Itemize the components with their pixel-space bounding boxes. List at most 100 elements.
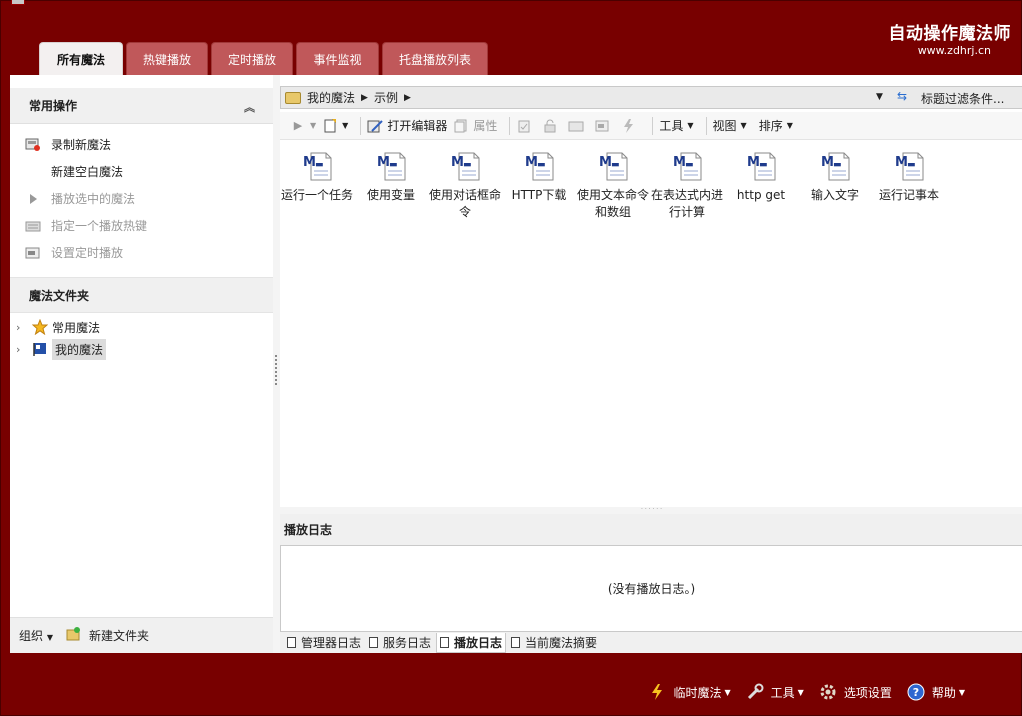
tools-menu[interactable]: 工具 ▼ xyxy=(659,115,693,137)
play-button[interactable]: ▶ ▼ xyxy=(290,115,316,137)
help-menu[interactable]: ? 帮助 ▼ xyxy=(906,683,965,701)
crumb-examples[interactable]: 示例 xyxy=(374,89,398,106)
svg-text:?: ? xyxy=(913,686,919,699)
record-icon xyxy=(24,138,42,152)
log-tab-label: 播放日志 xyxy=(454,635,503,650)
play-icon xyxy=(24,192,42,206)
open-editor-button[interactable]: 打开编辑器 xyxy=(367,115,447,137)
status-tools-menu[interactable]: 工具 ▼ xyxy=(745,683,804,701)
magic-file-item[interactable]: M ▬ 使用对话框命令 xyxy=(428,151,502,221)
tools-label: 工具 xyxy=(659,119,684,133)
magic-file-icon: M ▬ xyxy=(672,151,702,181)
log-tab-manager[interactable]: 管理器日志 xyxy=(284,633,364,653)
log-title: 播放日志 xyxy=(284,523,333,537)
op-set-timer[interactable]: 设置定时播放 xyxy=(10,239,273,266)
magic-file-label: 运行记事本 xyxy=(878,188,939,202)
magic-file-item[interactable]: M ▬ 使用变量 xyxy=(354,151,428,204)
new-button[interactable]: ▼ xyxy=(322,115,348,137)
vertical-splitter[interactable] xyxy=(273,75,280,653)
clipboard-check-icon xyxy=(516,119,532,133)
brand: 自动操作魔法师 www.zdhrj.cn xyxy=(889,19,1012,57)
sort-menu[interactable]: 排序 ▼ xyxy=(759,115,793,137)
log-tab-label: 管理器日志 xyxy=(301,636,362,650)
check-button[interactable] xyxy=(516,115,536,137)
common-ops-header: 常用操作 ︽ xyxy=(10,88,273,124)
view-label: 视图 xyxy=(712,119,737,133)
event-button[interactable] xyxy=(620,115,640,137)
svg-text:M: M xyxy=(451,155,464,170)
op-label: 播放选中的魔法 xyxy=(51,192,136,206)
horizontal-splitter[interactable]: · · · · · · xyxy=(280,507,1022,514)
timer-icon xyxy=(24,246,42,260)
new-folder-label: 新建文件夹 xyxy=(89,629,150,643)
magic-file-icon: M ▬ xyxy=(894,151,924,181)
expand-icon[interactable]: › xyxy=(16,321,30,334)
address-bar: 我的魔法 ▶ 示例 ▶ ▼ ⇆ 标题过滤条件... xyxy=(280,86,1022,109)
address-dropdown-icon[interactable]: ▼ xyxy=(876,92,883,102)
magic-file-item[interactable]: M ▬ 在表达式内进行计算 xyxy=(650,151,724,221)
tab-timed-play[interactable]: 定时播放 xyxy=(211,42,293,75)
lock-button[interactable] xyxy=(542,115,562,137)
expand-icon[interactable]: › xyxy=(16,343,30,356)
magic-file-item[interactable]: M ▬ http get xyxy=(724,151,798,204)
hotkey-button[interactable] xyxy=(568,115,588,137)
op-label: 指定一个播放热键 xyxy=(51,219,148,233)
magic-file-item[interactable]: M ▬ 运行记事本 xyxy=(872,151,946,204)
log-tab-label: 当前魔法摘要 xyxy=(525,636,598,650)
op-record-new[interactable]: 录制新魔法 xyxy=(10,131,273,158)
magic-file-label: HTTP下载 xyxy=(511,188,567,202)
tab-tray-playlist[interactable]: 托盘播放列表 xyxy=(382,42,488,75)
folder-icon xyxy=(285,91,301,104)
options-button[interactable]: 选项设置 xyxy=(818,683,892,701)
log-tab-summary[interactable]: 当前魔法摘要 xyxy=(508,633,600,653)
crumb-sep-icon[interactable]: ▶ xyxy=(361,93,368,103)
svg-text:▬: ▬ xyxy=(537,160,546,170)
svg-text:▬: ▬ xyxy=(759,160,768,170)
crumb-sep-icon[interactable]: ▶ xyxy=(404,93,411,103)
folder-common-magic[interactable]: › 常用魔法 xyxy=(10,316,273,338)
tab-all-magic[interactable]: 所有魔法 xyxy=(39,42,123,75)
breadcrumb: 我的魔法 ▶ 示例 ▶ xyxy=(307,89,417,106)
log-tab-label: 服务日志 xyxy=(383,636,432,650)
lightning-icon xyxy=(647,683,667,701)
tab-event-monitor[interactable]: 事件监视 xyxy=(296,42,379,75)
organize-menu[interactable]: 组织 ▼ xyxy=(19,627,53,644)
refresh-icon[interactable]: ⇆ xyxy=(893,89,911,106)
folder-my-magic[interactable]: › 我的魔法 xyxy=(10,338,273,360)
log-tab-service[interactable]: 服务日志 xyxy=(366,633,434,653)
op-assign-hotkey[interactable]: 指定一个播放热键 xyxy=(10,212,273,239)
magic-file-item[interactable]: M ▬ 输入文字 xyxy=(798,151,872,204)
properties-button[interactable]: 属性 xyxy=(453,115,497,137)
svg-text:M: M xyxy=(895,155,908,170)
magic-file-item[interactable]: M ▬ 使用文本命令和数组 xyxy=(576,151,650,221)
gear-icon xyxy=(818,683,838,701)
title-filter-input[interactable]: 标题过滤条件... xyxy=(921,90,1004,107)
op-new-blank[interactable]: 新建空白魔法 xyxy=(10,158,273,185)
magic-file-item[interactable]: M ▬ 运行一个任务 xyxy=(280,151,354,204)
op-play-selected[interactable]: 播放选中的魔法 xyxy=(10,185,273,212)
collapse-icon[interactable]: ︽ xyxy=(244,99,255,115)
organize-label: 组织 xyxy=(19,629,44,643)
magic-file-label: 使用文本命令和数组 xyxy=(576,188,649,219)
svg-text:▬: ▬ xyxy=(685,160,694,170)
summary-icon xyxy=(511,637,521,648)
help-icon: ? xyxy=(906,683,926,701)
crumb-my-magic[interactable]: 我的魔法 xyxy=(307,89,355,106)
magic-file-item[interactable]: M ▬ HTTP下载 xyxy=(502,151,576,204)
page-icon xyxy=(287,637,296,648)
timer-button[interactable] xyxy=(594,115,614,137)
brand-title: 自动操作魔法师 xyxy=(888,24,1011,44)
svg-text:M: M xyxy=(747,155,760,170)
log-tab-play[interactable]: 播放日志 xyxy=(436,632,507,653)
magic-file-icon: M ▬ xyxy=(820,151,850,181)
svg-text:▬: ▬ xyxy=(611,160,620,170)
op-label: 录制新魔法 xyxy=(51,138,112,152)
keyboard-icon xyxy=(568,119,584,133)
view-menu[interactable]: 视图 ▼ xyxy=(713,115,747,137)
tab-hotkey-play[interactable]: 热键播放 xyxy=(126,42,208,75)
properties-icon xyxy=(453,119,469,133)
new-folder-button[interactable]: 新建文件夹 xyxy=(65,626,149,645)
svg-text:▬: ▬ xyxy=(463,160,472,170)
wrench-icon xyxy=(745,683,765,701)
temp-magic-menu[interactable]: 临时魔法 ▼ xyxy=(647,683,731,701)
